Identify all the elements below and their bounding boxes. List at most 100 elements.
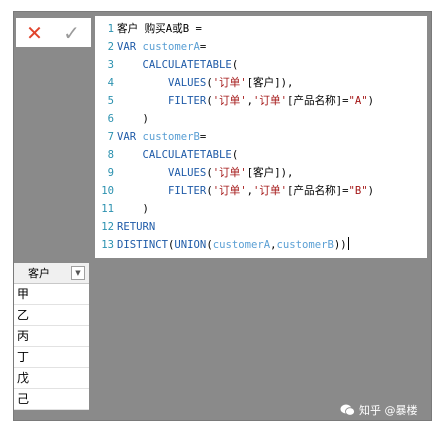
code-text: FILTER('订单','订单'[产品名称]="B") (117, 185, 374, 197)
code-line[interactable]: 10 FILTER('订单','订单'[产品名称]="B") (95, 182, 374, 200)
code-line[interactable]: 9 VALUES('订单'[客户]), (95, 164, 294, 182)
code-token: customerB (276, 239, 334, 251)
code-line[interactable]: 2 VAR customerA= (95, 38, 207, 56)
filter-dropdown-icon[interactable]: ▼ (71, 266, 85, 280)
code-token: VAR (117, 41, 143, 53)
cancel-icon[interactable]: ✕ (16, 18, 53, 47)
result-table: 客户 ▼ 甲乙丙丁戊己 (14, 263, 89, 410)
code-token: UNION (174, 239, 207, 251)
code-line[interactable]: 13 DISTINCT(UNION(customerA,customerB)) (95, 236, 349, 254)
line-number: 6 (107, 113, 114, 125)
code-token: DISTINCT (117, 239, 169, 251)
table-row[interactable]: 戊 (14, 368, 89, 389)
code-token: ) (367, 95, 375, 107)
formula-editor[interactable]: 1 客户 购买A或B = 2 VAR customerA= 3 CALCULATETAB… (95, 16, 427, 258)
code-token: )) (333, 239, 347, 251)
code-token: '订单' (212, 185, 247, 197)
code-text: ) (117, 203, 149, 215)
code-line[interactable]: 6 ) (95, 110, 149, 128)
code-line[interactable]: 12 RETURN (95, 218, 155, 236)
table-header[interactable]: 客户 ▼ (14, 263, 89, 284)
code-line[interactable]: 1 客户 购买A或B = (95, 20, 202, 38)
code-token: '订单' (253, 185, 287, 197)
code-token: customerA (212, 239, 271, 251)
code-token: VAR (117, 131, 143, 143)
watermark-text: 知乎 @暴楼 (359, 404, 418, 417)
code-line[interactable]: 5 FILTER('订单','订单'[产品名称]="A") (95, 92, 374, 110)
code-text: DISTINCT(UNION(customerA,customerB)) (117, 237, 349, 251)
code-token: 客户 购买A或B = (117, 23, 202, 35)
watermark: 知乎 @暴楼 (340, 402, 418, 418)
code-token: = (199, 41, 207, 53)
code-token: '订单' (212, 77, 247, 89)
code-token: ) (117, 113, 149, 125)
code-token: [产品名称]= (287, 95, 349, 107)
code-token: VALUES (168, 167, 207, 179)
code-token: ( (231, 59, 239, 71)
code-line[interactable]: 4 VALUES('订单'[客户]), (95, 74, 294, 92)
code-line[interactable]: 11 ) (95, 200, 149, 218)
line-number: 4 (107, 77, 114, 89)
table-row[interactable]: 丙 (14, 326, 89, 347)
table-row[interactable]: 乙 (14, 305, 89, 326)
line-number: 12 (101, 221, 114, 233)
line-number: 9 (107, 167, 114, 179)
line-number: 10 (101, 185, 114, 197)
table-row[interactable]: 丁 (14, 347, 89, 368)
code-text: CALCULATETABLE( (117, 149, 239, 161)
code-token: customerA (142, 41, 200, 53)
code-text: VAR customerB= (117, 131, 206, 143)
wechat-icon (340, 404, 355, 416)
code-token: CALCULATETABLE (142, 59, 232, 71)
line-number: 8 (107, 149, 114, 161)
line-number: 1 (107, 23, 114, 35)
code-text: ) (117, 113, 149, 125)
code-token: '订单' (212, 95, 247, 107)
code-token: [客户]), (246, 77, 294, 89)
code-text: CALCULATETABLE( (117, 59, 239, 71)
formula-buttons: ✕ ✓ (16, 18, 91, 47)
code-token: '订单' (212, 167, 247, 179)
code-token: ) (117, 203, 149, 215)
confirm-icon[interactable]: ✓ (53, 18, 90, 47)
code-text: VALUES('订单'[客户]), (117, 167, 293, 179)
column-header-customer: 客户 (28, 267, 50, 280)
code-text: VALUES('订单'[客户]), (117, 77, 293, 89)
code-token: = (199, 131, 207, 143)
code-token: [产品名称]= (287, 185, 349, 197)
code-token: ( (231, 149, 239, 161)
line-number: 5 (107, 95, 114, 107)
line-number: 13 (101, 239, 114, 251)
code-token: VALUES (168, 77, 207, 89)
code-token: FILTER (168, 95, 207, 107)
code-token: '订单' (253, 95, 287, 107)
table-row[interactable]: 己 (14, 389, 89, 410)
code-token: ) (367, 185, 375, 197)
code-line[interactable]: 7 VAR customerB= (95, 128, 207, 146)
code-line[interactable]: 3 CALCULATETABLE( (95, 56, 239, 74)
code-token: FILTER (168, 185, 207, 197)
code-text: 客户 购买A或B = (117, 23, 202, 35)
code-token: customerB (142, 131, 200, 143)
table-row[interactable]: 甲 (14, 284, 89, 305)
line-number: 7 (107, 131, 114, 143)
code-line[interactable]: 8 CALCULATETABLE( (95, 146, 239, 164)
code-token: CALCULATETABLE (142, 149, 232, 161)
code-text: RETURN (117, 221, 155, 233)
code-token: "A" (348, 95, 368, 107)
code-token: "B" (348, 185, 368, 197)
code-text: FILTER('订单','订单'[产品名称]="A") (117, 95, 374, 107)
line-number: 11 (101, 203, 114, 215)
code-text: VAR customerA= (117, 41, 206, 53)
text-cursor (347, 237, 349, 250)
line-number: 3 (107, 59, 114, 71)
code-token: RETURN (117, 221, 156, 233)
line-number: 2 (107, 41, 114, 53)
code-token: [客户]), (246, 167, 294, 179)
